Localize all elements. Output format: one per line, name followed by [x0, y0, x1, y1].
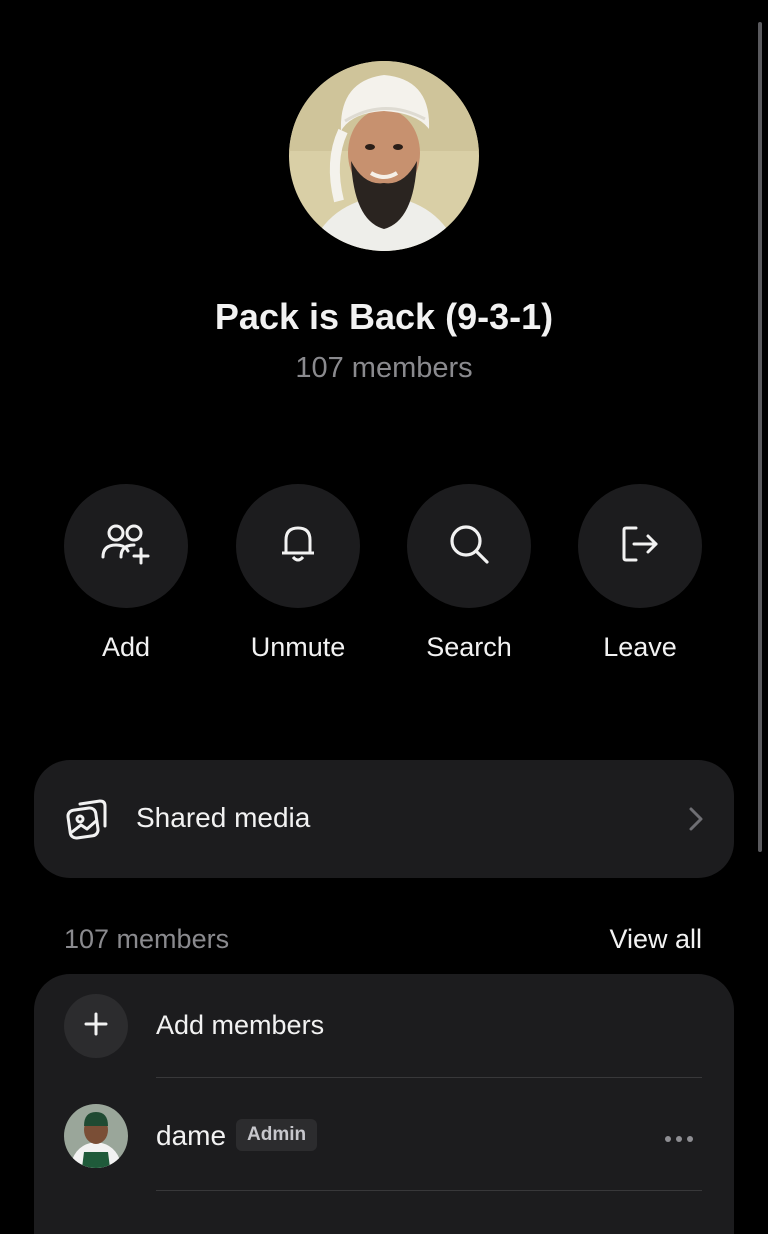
chevron-right-icon [688, 806, 704, 837]
member-name: dame [156, 1120, 227, 1151]
view-all-link[interactable]: View all [609, 924, 702, 955]
members-section-header: 107 members [64, 924, 230, 954]
add-members-row[interactable]: Add members [34, 974, 734, 1078]
search-icon [447, 522, 491, 571]
search-action-button[interactable] [407, 484, 531, 608]
group-name: Pack is Back (9-3-1) [214, 296, 554, 337]
search-action-label: Search [426, 632, 512, 662]
add-members-button[interactable] [64, 994, 128, 1058]
unmute-action-button[interactable] [236, 484, 360, 608]
bell-icon [278, 523, 318, 570]
add-members-label: Add members [156, 1010, 325, 1040]
svg-text:23: 23 [86, 1154, 105, 1168]
member-row[interactable]: 23 dame Admin [34, 1078, 734, 1190]
add-action-label: Add [101, 632, 151, 662]
group-avatar[interactable] [289, 61, 479, 251]
unmute-action-label: Unmute [250, 632, 346, 662]
divider [156, 1190, 702, 1191]
shared-media-row[interactable]: Shared media [34, 760, 734, 878]
admin-badge: Admin [236, 1119, 318, 1151]
leave-icon [620, 524, 660, 569]
members-list: Add members 23 dame Admin [34, 974, 734, 1234]
add-action[interactable]: Add [41, 484, 211, 663]
avatar[interactable]: 23 [64, 1104, 128, 1168]
add-people-icon [101, 523, 151, 570]
unmute-action[interactable]: Unmute [213, 484, 383, 663]
leave-action[interactable]: Leave [555, 484, 725, 663]
shared-media-label: Shared media [136, 802, 311, 833]
search-action[interactable]: Search [384, 484, 554, 663]
leave-action-label: Leave [603, 632, 677, 662]
scrollbar[interactable] [758, 22, 762, 852]
add-action-button[interactable] [64, 484, 188, 608]
gallery-icon [66, 798, 108, 845]
more-options-icon[interactable] [664, 1130, 694, 1148]
leave-action-button[interactable] [578, 484, 702, 608]
plus-icon [84, 1012, 108, 1041]
group-member-count: 107 members [295, 352, 473, 384]
